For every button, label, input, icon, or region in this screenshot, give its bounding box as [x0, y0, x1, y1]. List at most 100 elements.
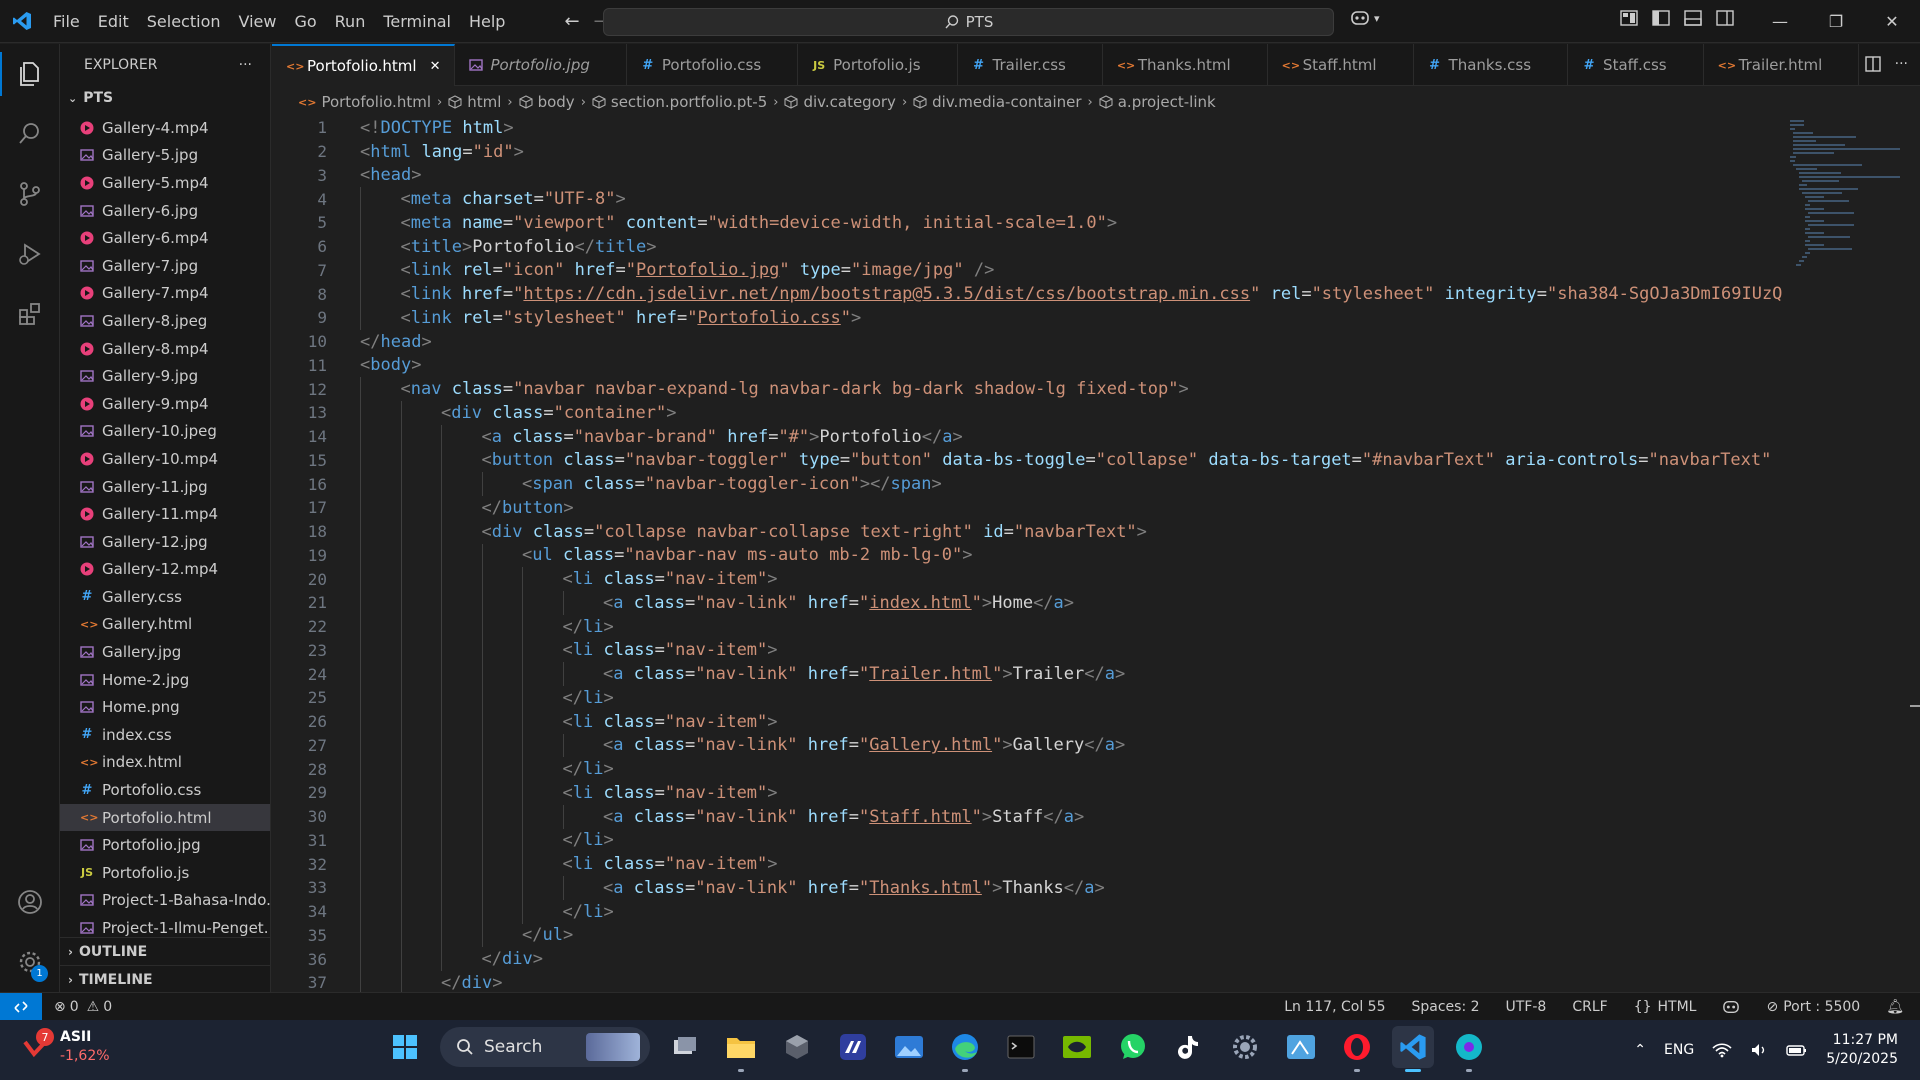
file-item[interactable]: # Portofolio.css — [60, 776, 270, 804]
language-mode[interactable]: {} HTML — [1634, 999, 1697, 1015]
settings-button[interactable] — [1224, 1026, 1266, 1068]
file-item[interactable]: Gallery-10.jpeg — [60, 418, 270, 446]
close-icon[interactable]: ✕ — [1864, 0, 1920, 43]
code-content[interactable]: </head> — [360, 332, 432, 352]
code-link[interactable]: Staff.html — [869, 807, 971, 827]
file-item[interactable]: Gallery-11.mp4 — [60, 500, 270, 528]
file-item[interactable]: # index.css — [60, 721, 270, 749]
tab-staff-html[interactable]: <> Staff.html — [1268, 44, 1414, 86]
back-arrow-icon[interactable]: ← — [564, 11, 579, 32]
code-content[interactable]: <body> — [360, 355, 421, 375]
run-debug-button[interactable] — [0, 224, 60, 284]
code-content[interactable]: <meta name="viewport" content="width=dev… — [401, 213, 1118, 233]
code-content[interactable]: <a class="navbar-brand" href="#">Portofo… — [482, 427, 963, 447]
menu-run[interactable]: Run — [326, 0, 375, 43]
code-content[interactable]: </li> — [563, 688, 614, 708]
explorer-button[interactable] — [0, 44, 60, 104]
code-link[interactable]: Gallery.html — [869, 735, 992, 755]
folder-root[interactable]: ⌄ PTS — [60, 86, 270, 110]
menu-terminal[interactable]: Terminal — [374, 0, 460, 43]
code-content[interactable]: </ul> — [522, 925, 573, 945]
code-content[interactable]: <li class="nav-item"> — [563, 854, 778, 874]
extensions-button[interactable] — [0, 284, 60, 344]
file-item[interactable]: <> Portofolio.html — [60, 803, 270, 832]
code-link[interactable]: Portofolio.jpg — [636, 260, 779, 280]
file-item[interactable]: Home-2.jpg — [60, 666, 270, 694]
code-content[interactable]: </div> — [441, 973, 502, 992]
file-item[interactable]: Gallery-7.mp4 — [60, 280, 270, 308]
code-content[interactable]: <a class="nav-link" href="index.html">Ho… — [603, 593, 1074, 613]
code-content[interactable]: <title>Portofolio</title> — [401, 237, 657, 257]
breadcrumb-item[interactable]: <> Portofolio.html — [298, 93, 431, 111]
file-item[interactable]: <> Gallery.html — [60, 611, 270, 639]
app-button[interactable] — [776, 1026, 818, 1068]
code-content[interactable]: <div class="collapse navbar-collapse tex… — [482, 522, 1147, 542]
code-content[interactable]: <nav class="navbar navbar-expand-lg navb… — [401, 379, 1189, 399]
clock[interactable]: 11:27 PM 5/20/2025 — [1826, 1031, 1898, 1069]
code-content[interactable]: </li> — [563, 759, 614, 779]
file-item[interactable]: Gallery-12.jpg — [60, 528, 270, 556]
breadcrumb-item[interactable]: section.portfolio.pt-5 — [592, 93, 767, 111]
file-item[interactable]: <> index.html — [60, 749, 270, 777]
file-item[interactable]: Gallery-5.mp4 — [60, 169, 270, 197]
code-link[interactable]: Portofolio.css — [697, 308, 840, 328]
whatsapp-button[interactable] — [1112, 1026, 1154, 1068]
file-item[interactable]: # Gallery.css — [60, 583, 270, 611]
file-item[interactable]: Gallery-8.mp4 — [60, 335, 270, 363]
file-item[interactable]: Gallery-9.mp4 — [60, 390, 270, 418]
code-content[interactable]: <ul class="navbar-nav ms-auto mb-2 mb-lg… — [522, 545, 972, 565]
editor-scrollbar[interactable] — [1908, 116, 1920, 992]
code-link[interactable]: index.html — [869, 593, 971, 613]
file-item[interactable]: Gallery-11.jpg — [60, 473, 270, 501]
chevron-up-icon[interactable]: ⌃ — [1634, 1042, 1646, 1058]
code-content[interactable]: <li class="nav-item"> — [563, 783, 778, 803]
file-item[interactable]: Gallery-4.mp4 — [60, 114, 270, 142]
breadcrumb-item[interactable]: div.category — [784, 93, 896, 111]
breadcrumb-item[interactable]: body — [519, 93, 575, 111]
accounts-button[interactable] — [0, 872, 60, 932]
tab-portofolio-html[interactable]: <> Portofolio.html ✕ — [272, 44, 456, 86]
file-item[interactable]: Portofolio.jpg — [60, 831, 270, 859]
code-content[interactable]: <link rel="stylesheet" href="Portofolio.… — [401, 308, 862, 328]
problems-indicator[interactable]: ⊗ 0 ⚠ 0 — [54, 999, 112, 1015]
code-content[interactable]: <li class="nav-item"> — [563, 640, 778, 660]
remote-indicator[interactable] — [0, 992, 42, 1021]
code-content[interactable]: </button> — [482, 498, 574, 518]
file-item[interactable]: Gallery-10.mp4 — [60, 445, 270, 473]
minimize-icon[interactable]: — — [1752, 0, 1808, 43]
code-content[interactable]: </li> — [563, 902, 614, 922]
code-content[interactable]: </div> — [482, 949, 543, 969]
canva-button[interactable] — [1448, 1026, 1490, 1072]
file-item[interactable]: Gallery-7.jpg — [60, 252, 270, 280]
code-editor[interactable]: 1 <!DOCTYPE html> 2 <html lang="id"> 3 <head>… — [272, 116, 1782, 992]
encoding[interactable]: UTF-8 — [1506, 999, 1547, 1015]
code-content[interactable]: <link href="https://cdn.jsdelivr.net/npm… — [401, 284, 1783, 304]
file-item[interactable]: Project-1-Bahasa-Indo... — [60, 887, 270, 915]
code-content[interactable]: <li class="nav-item"> — [563, 569, 778, 589]
vscode-button[interactable] — [1392, 1026, 1434, 1072]
code-content[interactable]: <head> — [360, 165, 421, 185]
restore-icon[interactable]: ❐ — [1808, 0, 1864, 43]
copilot-status-icon[interactable] — [1722, 999, 1740, 1015]
volume-icon[interactable] — [1750, 1042, 1768, 1058]
menu-view[interactable]: View — [230, 0, 286, 43]
tab-portofolio-js[interactable]: JS Portofolio.js — [798, 44, 958, 86]
manage-button[interactable]: 1 — [0, 932, 60, 992]
tab-trailer-css[interactable]: # Trailer.css — [958, 44, 1103, 86]
split-editor-icon[interactable] — [1864, 56, 1881, 72]
copilot-button[interactable]: ▾ — [1350, 9, 1380, 27]
code-content[interactable]: <li class="nav-item"> — [563, 712, 778, 732]
tab-portofolio-jpg[interactable]: Portofolio.jpg — [455, 44, 627, 86]
source-control-button[interactable] — [0, 164, 60, 224]
taskbar-search[interactable]: Search — [440, 1027, 650, 1067]
file-item[interactable]: Gallery-8.jpeg — [60, 307, 270, 335]
cursor-position[interactable]: Ln 117, Col 55 — [1284, 999, 1385, 1015]
search-button[interactable] — [0, 104, 60, 164]
battery-icon[interactable] — [1786, 1042, 1808, 1058]
visual-studio-button[interactable] — [832, 1026, 874, 1068]
code-content[interactable]: <div class="container"> — [441, 403, 677, 423]
code-content[interactable]: <link rel="icon" href="Portofolio.jpg" t… — [401, 260, 995, 280]
file-item[interactable]: Gallery-9.jpg — [60, 362, 270, 390]
stock-widget[interactable]: 7 ASII -1,62% — [22, 1028, 110, 1066]
code-content[interactable]: <a class="nav-link" href="Trailer.html">… — [603, 664, 1125, 684]
